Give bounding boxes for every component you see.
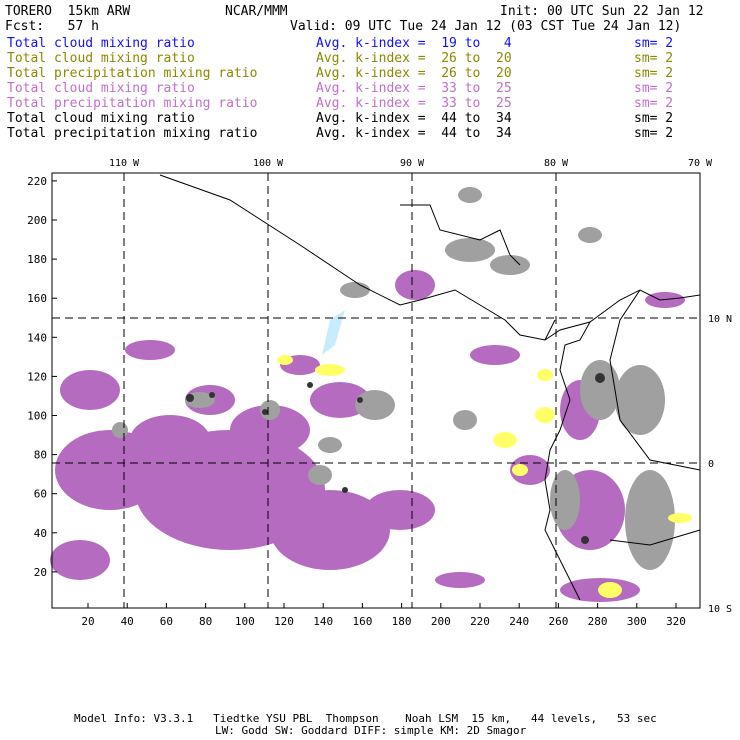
x-tick-label: 60: [160, 615, 173, 628]
x-tick-label: 200: [431, 615, 451, 628]
y-tick-label: 200: [27, 214, 47, 227]
x-tick-label: 280: [588, 615, 608, 628]
lightblue-region: [322, 310, 345, 355]
x-tick-label: 80: [199, 615, 212, 628]
x-tick-label: 260: [548, 615, 568, 628]
x-tick-label: 20: [81, 615, 94, 628]
lon-label: 110 W: [109, 158, 140, 169]
lon-label: 100 W: [253, 158, 284, 169]
x-tick-label: 100: [235, 615, 255, 628]
y-tick-label: 140: [27, 331, 47, 344]
lon-label: 90 W: [400, 158, 425, 169]
x-tick-label: 120: [274, 615, 294, 628]
y-tick-label: 40: [34, 527, 47, 540]
x-tick-label: 240: [509, 615, 529, 628]
lat-label: 10 S: [708, 604, 732, 615]
lon-label: 70 W: [688, 158, 713, 169]
model-info-line2: LW: Godd SW: Goddard DIFF: simple KM: 2D…: [215, 724, 527, 737]
x-tick-label: 180: [392, 615, 412, 628]
x-tick-label: 40: [121, 615, 134, 628]
purple-regions: [50, 270, 685, 602]
y-tick-label: 80: [34, 449, 47, 462]
y-tick-label: 100: [27, 410, 47, 423]
x-tick-label: 220: [470, 615, 490, 628]
y-tick-label: 60: [34, 488, 47, 501]
x-tick-label: 140: [313, 615, 333, 628]
cloud-fields: [50, 187, 692, 602]
lat-label: 0: [708, 459, 714, 470]
y-tick-label: 120: [27, 370, 47, 383]
map: 20 40 60 80 100 120 140 160 180 200 220 240 260 280 30…: [27, 158, 732, 628]
y-tick-label: 180: [27, 253, 47, 266]
x-tick-label: 320: [666, 615, 686, 628]
lon-label: 80 W: [544, 158, 569, 169]
y-tick-label: 220: [27, 175, 47, 188]
y-tick-label: 160: [27, 292, 47, 305]
x-tick-label: 160: [352, 615, 372, 628]
forecast-map-page: TORERO 15km ARW NCAR/MMM Init: 00 UTC Su…: [0, 0, 740, 740]
lat-label: 10 N: [708, 314, 732, 325]
y-tick-label: 20: [34, 566, 47, 579]
x-tick-label: 300: [627, 615, 647, 628]
